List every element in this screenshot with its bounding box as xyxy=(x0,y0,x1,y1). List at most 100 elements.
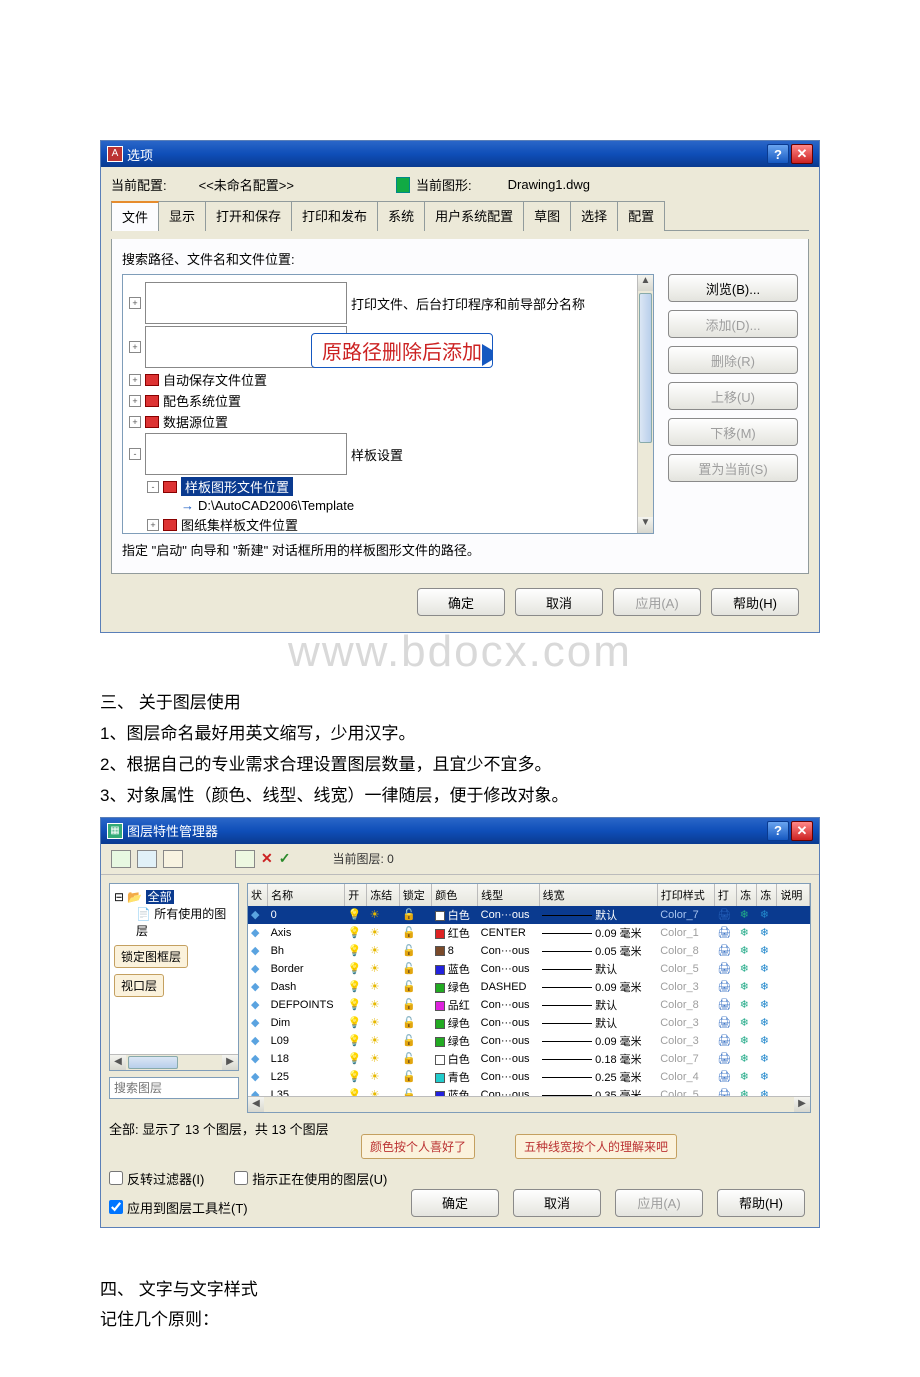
scroll-down-icon[interactable]: ▼ xyxy=(638,517,653,533)
tree-twisty-icon[interactable]: + xyxy=(129,374,141,386)
sun-icon[interactable]: ☀ xyxy=(370,1053,380,1065)
layer-linetype-cell[interactable]: Con···ous xyxy=(478,942,539,960)
tab-8[interactable]: 配置 xyxy=(617,201,665,231)
filter-all-item[interactable]: 全部 xyxy=(146,890,174,904)
layer-color-cell[interactable]: 红色 xyxy=(432,924,478,942)
close-window-button[interactable]: ✕ xyxy=(791,144,813,164)
tree-scrollbar[interactable]: ▲ ▼ xyxy=(637,275,653,533)
sun-icon[interactable]: ☀ xyxy=(370,999,380,1011)
freeze-vp-icon[interactable]: ❄ xyxy=(740,963,749,975)
bulb-icon[interactable]: 💡 xyxy=(348,981,362,993)
layer-lineweight-cell[interactable]: 0.09 毫米 xyxy=(539,924,657,942)
new-filter-icon[interactable] xyxy=(111,850,131,868)
sun-icon[interactable]: ☀ xyxy=(370,909,380,921)
sun-icon[interactable]: ☀ xyxy=(370,927,380,939)
tree-twisty-icon[interactable]: - xyxy=(147,481,159,493)
tree-twisty-icon[interactable]: + xyxy=(129,341,141,353)
freeze-vp-icon[interactable]: ❄ xyxy=(740,909,749,921)
lock-icon[interactable]: 🔓 xyxy=(402,927,416,939)
layer-close-window-button[interactable]: ✕ xyxy=(791,821,813,841)
lock-icon[interactable]: 🔓 xyxy=(402,1053,416,1065)
bulb-icon[interactable]: 💡 xyxy=(348,963,362,975)
bulb-icon[interactable]: 💡 xyxy=(348,999,362,1011)
tree-twisty-icon[interactable]: - xyxy=(129,448,141,460)
help-window-button[interactable]: ? xyxy=(767,144,789,164)
tree-item[interactable]: + 配色系统位置 xyxy=(129,390,651,411)
layer-lineweight-cell[interactable]: 0.09 毫米 xyxy=(539,1032,657,1050)
help-button[interactable]: 帮助(H) xyxy=(711,588,799,616)
layer-color-cell[interactable]: 蓝色 xyxy=(432,960,478,978)
tree-item[interactable]: + 打印文件、后台打印程序和前导部分名称 xyxy=(129,281,651,325)
move-up-button[interactable]: 上移(U) xyxy=(668,382,798,410)
freeze-vp-icon[interactable]: ❄ xyxy=(740,999,749,1011)
layer-linetype-cell[interactable]: Con···ous xyxy=(478,1050,539,1068)
freeze-vp-icon[interactable]: ❄ xyxy=(740,927,749,939)
tab-6[interactable]: 草图 xyxy=(523,201,571,231)
printer-icon[interactable]: 🖨 xyxy=(717,1053,731,1065)
remove-button[interactable]: 删除(R) xyxy=(668,346,798,374)
tree-item[interactable]: + 图纸集样板文件位置 xyxy=(147,514,651,534)
printer-icon[interactable]: 🖨 xyxy=(717,927,731,939)
tab-0[interactable]: 文件 xyxy=(111,201,159,231)
table-row[interactable]: ◆L25💡☀🔓 青色Con···ous 0.25 毫米Color_4🖨❄❄ xyxy=(248,1068,810,1086)
lock-icon[interactable]: 🔓 xyxy=(402,909,416,921)
column-header[interactable]: 颜色 xyxy=(432,884,478,906)
freeze-vp-icon[interactable]: ❄ xyxy=(740,1035,749,1047)
bulb-icon[interactable]: 💡 xyxy=(348,1035,362,1047)
layer-lineweight-cell[interactable]: 0.05 毫米 xyxy=(539,942,657,960)
column-header[interactable]: 状 xyxy=(248,884,268,906)
tab-5[interactable]: 用户系统配置 xyxy=(424,201,524,231)
ok-button[interactable]: 确定 xyxy=(417,588,505,616)
bulb-icon[interactable]: 💡 xyxy=(348,927,362,939)
set-current-button[interactable]: 置为当前(S) xyxy=(668,454,798,482)
table-row[interactable]: ◆0💡☀🔓 白色Con···ous 默认Color_7🖨❄❄ xyxy=(248,906,810,924)
layer-color-cell[interactable]: 绿色 xyxy=(432,1032,478,1050)
column-header[interactable]: 线型 xyxy=(478,884,539,906)
tab-2[interactable]: 打开和保存 xyxy=(205,201,292,231)
add-button[interactable]: 添加(D)... xyxy=(668,310,798,338)
cancel-button[interactable]: 取消 xyxy=(515,588,603,616)
new-layer-icon[interactable] xyxy=(235,850,255,868)
tree-item[interactable]: → D:\AutoCAD2006\Template xyxy=(165,497,651,514)
sun-icon[interactable]: ☀ xyxy=(370,981,380,993)
layer-color-cell[interactable]: 白色 xyxy=(432,906,478,924)
column-header[interactable]: 锁定 xyxy=(399,884,431,906)
printer-icon[interactable]: 🖨 xyxy=(717,1017,731,1029)
layer-table[interactable]: 状名称开冻结锁定颜色线型线宽打印样式打冻冻说明 ◆0💡☀🔓 白色Con···ou… xyxy=(248,884,810,1113)
table-row[interactable]: ◆L09💡☀🔓 绿色Con···ous 0.09 毫米Color_3🖨❄❄ xyxy=(248,1032,810,1050)
layer-color-cell[interactable]: 青色 xyxy=(432,1068,478,1086)
freeze-new-vp-icon[interactable]: ❄ xyxy=(760,927,769,939)
tab-4[interactable]: 系统 xyxy=(377,201,425,231)
layer-color-cell[interactable]: 8 xyxy=(432,942,478,960)
table-row[interactable]: ◆Bh💡☀🔓 8Con···ous 0.05 毫米Color_8🖨❄❄ xyxy=(248,942,810,960)
search-paths-tree[interactable]: + 打印文件、后台打印程序和前导部分名称+ 打印机支持文件路径+ 自动保存文件位… xyxy=(122,274,654,534)
layer-lineweight-cell[interactable]: 0.25 毫米 xyxy=(539,1068,657,1086)
tab-1[interactable]: 显示 xyxy=(158,201,206,231)
tree-item[interactable]: + 数据源位置 xyxy=(129,411,651,432)
lock-icon[interactable]: 🔓 xyxy=(402,1035,416,1047)
layer-linetype-cell[interactable]: Con···ous xyxy=(478,996,539,1014)
table-scroll-left-icon[interactable]: ◀ xyxy=(248,1097,264,1112)
layer-linetype-cell[interactable]: Con···ous xyxy=(478,1032,539,1050)
printer-icon[interactable]: 🖨 xyxy=(717,1071,731,1083)
tree-item[interactable]: + 自动保存文件位置 xyxy=(129,369,651,390)
column-header[interactable]: 说明 xyxy=(777,884,810,906)
layer-color-cell[interactable]: 绿色 xyxy=(432,978,478,996)
new-group-filter-icon[interactable] xyxy=(137,850,157,868)
tree-item[interactable]: - 样板图形文件位置 xyxy=(147,476,651,497)
layer-color-cell[interactable]: 品红 xyxy=(432,996,478,1014)
bulb-icon[interactable]: 💡 xyxy=(348,1071,362,1083)
sun-icon[interactable]: ☀ xyxy=(370,1035,380,1047)
filter-used-item[interactable]: 所有使用的图层 xyxy=(136,907,226,938)
lock-icon[interactable]: 🔓 xyxy=(402,963,416,975)
layer-linetype-cell[interactable]: Con···ous xyxy=(478,960,539,978)
apply-button[interactable]: 应用(A) xyxy=(613,588,701,616)
layer-lineweight-cell[interactable]: 默认 xyxy=(539,996,657,1014)
sun-icon[interactable]: ☀ xyxy=(370,1071,380,1083)
browse-button[interactable]: 浏览(B)... xyxy=(668,274,798,302)
freeze-new-vp-icon[interactable]: ❄ xyxy=(760,981,769,993)
filter-scroll-left-icon[interactable]: ◀ xyxy=(110,1055,126,1070)
printer-icon[interactable]: 🖨 xyxy=(717,999,731,1011)
layer-linetype-cell[interactable]: Con···ous xyxy=(478,1014,539,1032)
printer-icon[interactable]: 🖨 xyxy=(717,909,731,921)
